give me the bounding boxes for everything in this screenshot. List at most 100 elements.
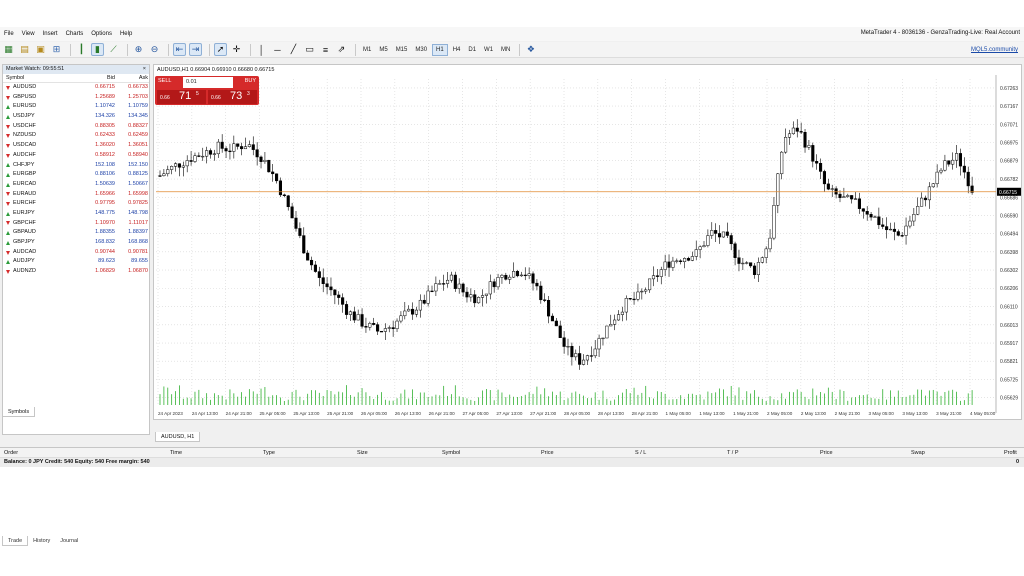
list-item[interactable]: EURGBP 0.88106 0.88125 xyxy=(3,170,149,180)
list-item[interactable]: GBPCHF 1.10970 1.11017 xyxy=(3,219,149,229)
x-tick-label: 28 Apr 13:00 xyxy=(598,411,624,416)
menu-help[interactable]: Help xyxy=(116,31,136,37)
bid-cell: 168.832 xyxy=(95,239,115,245)
candle-body xyxy=(904,225,908,236)
list-item[interactable]: GBPAUD 1.88355 1.88397 xyxy=(3,228,149,238)
candle-body xyxy=(601,337,605,340)
terminal-tabs: Trade History Journal xyxy=(2,536,83,546)
list-item[interactable]: GBPJPY 168.832 168.868 xyxy=(3,238,149,248)
col-time[interactable]: Time xyxy=(170,448,182,458)
vertical-line-icon[interactable]: │ xyxy=(255,43,268,56)
tab-symbols[interactable]: Symbols xyxy=(2,407,36,417)
candle-body xyxy=(411,308,415,315)
col-symbol[interactable]: Symbol xyxy=(442,448,460,458)
timeframe-h4[interactable]: H4 xyxy=(450,44,464,56)
list-item[interactable]: CHFJPY 152.108 152.150 xyxy=(3,161,149,171)
timeframe-m5[interactable]: M5 xyxy=(376,44,390,56)
list-item[interactable]: AUDCHF 0.58912 0.58940 xyxy=(3,151,149,161)
close-icon[interactable]: × xyxy=(143,65,146,74)
list-item[interactable]: USDJPY 134.326 134.345 xyxy=(3,112,149,122)
sell-price-button[interactable]: 0.66 71 5 xyxy=(157,90,206,104)
list-item[interactable]: USDCHF 0.88305 0.88327 xyxy=(3,122,149,132)
menu-insert[interactable]: Insert xyxy=(39,31,62,37)
timeframe-m15[interactable]: M15 xyxy=(393,44,411,56)
profit-total: 0 xyxy=(1015,459,1019,465)
list-item[interactable]: NZDUSD 0.62433 0.62459 xyxy=(3,131,149,141)
col-ask[interactable]: Ask xyxy=(115,74,148,82)
ask-cell: 148.798 xyxy=(128,209,148,216)
mql5-community-link[interactable]: MQL5.community xyxy=(971,47,1018,53)
buy-price-button[interactable]: 0.66 73 3 xyxy=(208,90,257,104)
col-order[interactable]: Order xyxy=(4,448,18,458)
new-chart-icon[interactable]: ▦ xyxy=(2,43,15,56)
col-swap[interactable]: Swap xyxy=(911,448,925,458)
candle-body xyxy=(282,194,286,196)
menu-view[interactable]: View xyxy=(18,31,39,37)
profiles-icon[interactable]: ▤ xyxy=(18,43,31,56)
candle-body xyxy=(694,249,698,257)
text-label-icon[interactable]: ▭ xyxy=(303,43,316,56)
buy-button[interactable]: BUY xyxy=(245,78,256,84)
list-item[interactable]: AUDUSD 0.66715 0.66733 xyxy=(3,83,149,93)
timeframe-w1[interactable]: W1 xyxy=(481,44,496,56)
col-price-current[interactable]: Price xyxy=(820,448,833,458)
candle-body xyxy=(372,323,376,325)
zoom-in-icon[interactable]: ⊕ xyxy=(132,43,145,56)
timeframe-m1[interactable]: M1 xyxy=(360,44,374,56)
chart-shift-icon[interactable]: ⇥ xyxy=(189,43,202,56)
horizontal-line-icon[interactable]: ─ xyxy=(271,43,284,56)
tab-journal[interactable]: Journal xyxy=(55,536,83,546)
sell-button[interactable]: SELL xyxy=(158,78,171,84)
list-item[interactable]: EURJPY 148.775 148.798 xyxy=(3,209,149,219)
col-type[interactable]: Type xyxy=(263,448,275,458)
col-symbol[interactable]: Symbol xyxy=(3,74,79,82)
candle-body xyxy=(477,297,481,304)
lot-size-input[interactable]: 0.01 xyxy=(183,77,233,88)
list-item[interactable]: EURCAD 1.50639 1.50667 xyxy=(3,180,149,190)
timeframe-mn[interactable]: MN xyxy=(498,44,513,56)
list-item[interactable]: AUDCAD 0.90744 0.90781 xyxy=(3,248,149,258)
col-size[interactable]: Size xyxy=(357,448,368,458)
list-item[interactable]: AUDNZD 1.06829 1.06870 xyxy=(3,267,149,277)
line-chart-icon[interactable]: ⟋ xyxy=(107,43,120,56)
candlestick-icon[interactable]: ▮ xyxy=(91,43,104,56)
chart-window[interactable]: AUDUSD,H1 0.66904 0.66910 0.66680 0.6671… xyxy=(153,64,1022,420)
list-item[interactable]: AUDJPY 89.623 89.655 xyxy=(3,257,149,267)
timeframe-h1[interactable]: H1 xyxy=(432,43,448,56)
tab-trade[interactable]: Trade xyxy=(2,536,29,546)
bar-chart-icon[interactable]: ┃ xyxy=(75,43,88,56)
navigator-icon[interactable]: ⊞ xyxy=(50,43,63,56)
tab-history[interactable]: History xyxy=(28,536,55,546)
timeframe-m30[interactable]: M30 xyxy=(412,44,430,56)
col-bid[interactable]: Bid xyxy=(79,74,115,82)
col-sl[interactable]: S / L xyxy=(635,448,646,458)
templates-icon[interactable]: ❖ xyxy=(524,43,537,56)
candle-body xyxy=(434,283,438,292)
list-item[interactable]: EURCHF 0.97795 0.97825 xyxy=(3,199,149,209)
x-tick-label: 24 Apr 2023 xyxy=(158,411,183,416)
trendline-icon[interactable]: ╱ xyxy=(287,43,300,56)
bid-cell: 0.62433 xyxy=(95,132,115,139)
list-item[interactable]: GBPUSD 1.25689 1.25703 xyxy=(3,93,149,103)
col-price[interactable]: Price xyxy=(541,448,554,458)
menu-charts[interactable]: Charts xyxy=(62,31,88,37)
candle-body xyxy=(947,160,951,165)
menu-options[interactable]: Options xyxy=(87,31,116,37)
list-item[interactable]: EURUSD 1.10742 1.10759 xyxy=(3,102,149,112)
fibonacci-icon[interactable]: ≡ xyxy=(319,43,332,56)
market-watch-icon[interactable]: ▣ xyxy=(34,43,47,56)
menu-file[interactable]: File xyxy=(0,31,18,37)
x-tick-label: 26 Apr 05:00 xyxy=(361,411,387,416)
cursor-icon[interactable]: ➚ xyxy=(214,43,227,56)
crosshair-icon[interactable]: ✛ xyxy=(230,43,243,56)
price-chart[interactable]: 0.672630.671670.670710.669750.668790.667… xyxy=(154,65,1021,419)
col-tp[interactable]: T / P xyxy=(727,448,739,458)
col-profit[interactable]: Profit xyxy=(1004,448,1017,458)
auto-scroll-icon[interactable]: ⇤ xyxy=(173,43,186,56)
timeframe-d1[interactable]: D1 xyxy=(465,44,479,56)
tab-chart-audusd[interactable]: AUDUSD, H1 xyxy=(155,432,201,442)
list-item[interactable]: USDCAD 1.36020 1.36051 xyxy=(3,141,149,151)
list-item[interactable]: EURAUD 1.65966 1.65998 xyxy=(3,190,149,200)
arrows-icon[interactable]: ⇗ xyxy=(335,43,348,56)
zoom-out-icon[interactable]: ⊖ xyxy=(148,43,161,56)
